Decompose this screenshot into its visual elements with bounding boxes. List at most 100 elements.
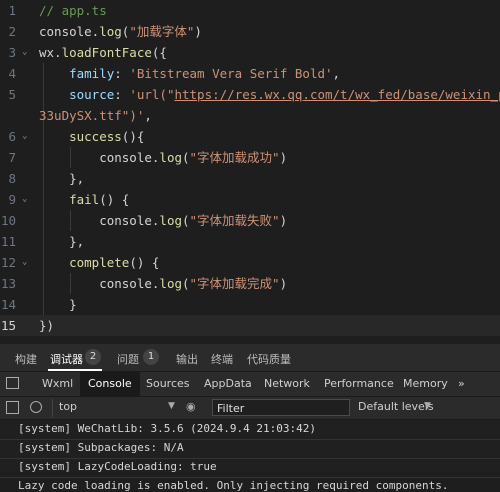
- code-line[interactable]: 7 console.log("字体加载成功"): [0, 147, 500, 168]
- sidebar-toggle-icon[interactable]: [6, 401, 19, 414]
- code-line[interactable]: 3 ⌄ wx.loadFontFace({: [0, 42, 500, 63]
- code-line[interactable]: 15}): [0, 315, 500, 336]
- line-number: 13: [0, 276, 16, 291]
- code-text: console.log("加载字体"): [39, 21, 202, 42]
- code-line[interactable]: 13 console.log("字体加载完成"): [0, 273, 500, 294]
- filter-input[interactable]: Filter: [212, 399, 350, 416]
- code-token: "字体加载失败": [189, 213, 280, 228]
- tab-issues[interactable]: 问题: [117, 351, 139, 367]
- fold-chevron-icon[interactable]: ⌄: [22, 189, 27, 210]
- code-line[interactable]: 6 ⌄ success(){: [0, 126, 500, 147]
- console-toolbar: top ▼ ◉ Filter Default levels ▼: [0, 397, 500, 420]
- debugger-count-badge: 2: [85, 349, 101, 365]
- console-line: [system] WeChatLib: 3.5.6 (2024.9.4 21:0…: [18, 422, 317, 435]
- line-number: 12: [0, 255, 16, 270]
- panel-tab-bar: 构建 调试器 2 问题 1 输出 终端 代码质量: [0, 344, 500, 372]
- code-line[interactable]: 5 source: 'url("https://res.wx.qq.com/t/…: [0, 84, 500, 105]
- code-token: ({: [151, 45, 167, 60]
- line-number: 11: [0, 234, 16, 249]
- more-tabs-button[interactable]: »: [450, 372, 473, 396]
- line-number: 7: [8, 150, 16, 165]
- tab-network[interactable]: Network: [256, 372, 318, 396]
- tab-sources[interactable]: Sources: [138, 372, 198, 396]
- bottom-panel: 构建 调试器 2 问题 1 输出 终端 代码质量 Wxml Console So…: [0, 344, 500, 492]
- tab-debugger[interactable]: 调试器: [50, 351, 83, 367]
- code-token: },: [39, 234, 85, 249]
- code-line[interactable]: 12 ⌄ complete() {: [0, 252, 500, 273]
- code-line[interactable]: 2 console.log("加载字体"): [0, 21, 500, 42]
- inspect-element-icon[interactable]: [6, 377, 19, 389]
- fold-chevron-icon[interactable]: ⌄: [22, 252, 27, 273]
- code-token: }: [39, 297, 77, 312]
- code-token: ,: [332, 66, 341, 81]
- code-token: 'Bitstream Vera Serif Bold': [129, 66, 333, 81]
- code-token: }): [39, 318, 55, 333]
- code-token: 33uDySX.ttf: [39, 108, 122, 123]
- context-selector[interactable]: top: [59, 400, 77, 413]
- chevron-down-icon: ▼: [424, 401, 431, 411]
- code-line[interactable]: 9 ⌄ fail() {: [0, 189, 500, 210]
- code-token: ): [194, 24, 202, 39]
- code-token: (: [182, 213, 190, 228]
- console-output: [system] WeChatLib: 3.5.6 (2024.9.4 21:0…: [0, 420, 500, 492]
- tab-terminal[interactable]: 终端: [211, 351, 233, 367]
- code-line[interactable]: 1 // app.ts: [0, 0, 500, 21]
- code-token: () {: [99, 192, 130, 207]
- active-tab-underline: [48, 369, 102, 371]
- code-line[interactable]: 11 },: [0, 231, 500, 252]
- code-token: :: [114, 87, 130, 102]
- code-editor[interactable]: 1// app.ts 2 console.log("加载字体") 3 ⌄ wx.loadF…: [0, 0, 500, 344]
- code-text: console.log("字体加载失败"): [39, 210, 287, 231]
- tab-build[interactable]: 构建: [15, 351, 37, 367]
- code-token: ): [279, 150, 288, 165]
- code-line[interactable]: 10 console.log("字体加载失败"): [0, 210, 500, 231]
- code-line[interactable]: 8 },: [0, 168, 500, 189]
- tab-appdata[interactable]: AppData: [196, 372, 260, 396]
- code-token: console.: [39, 24, 100, 39]
- console-divider: [0, 458, 500, 459]
- code-text: // app.ts: [39, 0, 107, 21]
- line-number: 9: [8, 192, 16, 207]
- tab-output[interactable]: 输出: [176, 351, 198, 367]
- clear-console-icon[interactable]: [30, 401, 42, 413]
- code-token: (: [182, 276, 190, 291]
- code-token: "字体加载完成": [189, 276, 280, 291]
- code-token: fail: [39, 192, 100, 207]
- code-token: },: [39, 171, 85, 186]
- code-token: log: [159, 213, 182, 228]
- code-token: loadFontFace: [61, 45, 152, 60]
- code-line[interactable]: 33uDySX.ttf")',: [0, 105, 500, 126]
- code-text: console.log("字体加载完成"): [39, 273, 287, 294]
- fold-chevron-icon[interactable]: ⌄: [22, 42, 27, 63]
- code-token: success: [39, 129, 122, 144]
- code-token: console.: [39, 213, 160, 228]
- console-line: Lazy code loading is enabled. Only injec…: [18, 479, 449, 492]
- tab-wxml[interactable]: Wxml: [34, 372, 81, 396]
- eye-icon[interactable]: ◉: [186, 400, 196, 413]
- code-text: },: [39, 168, 84, 189]
- code-token: https://res.wx.qq.com/t/wx_fed/base/weix…: [174, 87, 500, 102]
- fold-chevron-icon[interactable]: ⌄: [22, 126, 27, 147]
- code-token: console.: [39, 276, 160, 291]
- code-token: console.: [39, 150, 160, 165]
- code-text: complete() {: [39, 252, 159, 273]
- tab-performance[interactable]: Performance: [316, 372, 402, 396]
- line-number: 2: [8, 24, 16, 39]
- devtools-tab-bar: Wxml Console Sources AppData Network Per…: [0, 372, 500, 397]
- code-token: family: [39, 66, 115, 81]
- line-number: 14: [0, 297, 16, 312]
- code-token: // app.ts: [39, 3, 107, 18]
- code-text: },: [39, 231, 84, 252]
- code-token: 'url(": [129, 87, 175, 102]
- log-levels-dropdown[interactable]: Default levels: [358, 400, 434, 413]
- code-text: console.log("字体加载成功"): [39, 147, 287, 168]
- tab-memory[interactable]: Memory: [395, 372, 456, 396]
- console-divider: [0, 477, 500, 478]
- tab-console[interactable]: Console: [80, 372, 140, 396]
- code-line[interactable]: 4 family: 'Bitstream Vera Serif Bold',: [0, 63, 500, 84]
- code-line[interactable]: 14 }: [0, 294, 500, 315]
- code-text: source: 'url("https://res.wx.qq.com/t/wx…: [39, 84, 500, 105]
- tab-code-quality[interactable]: 代码质量: [247, 351, 291, 367]
- code-text: family: 'Bitstream Vera Serif Bold',: [39, 63, 340, 84]
- code-token: () {: [129, 255, 160, 270]
